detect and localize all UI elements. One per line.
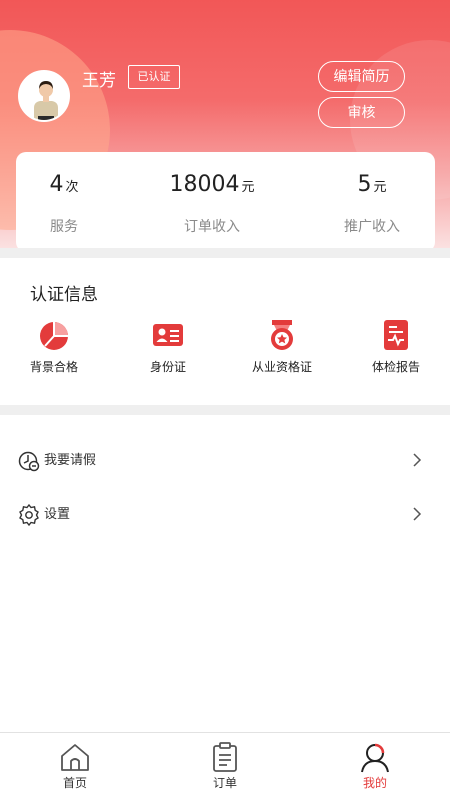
- section-title: 认证信息: [30, 285, 98, 305]
- stat-label: 订单收入: [184, 219, 240, 235]
- stat-unit: 元: [241, 180, 255, 195]
- stat-value: 4: [49, 172, 64, 197]
- bottom-tab-bar: 首页 订单 我的: [0, 732, 450, 800]
- pie-chart-icon: [40, 322, 68, 350]
- menu-label: 设置: [44, 507, 71, 522]
- health-report-icon: [384, 320, 408, 350]
- avatar[interactable]: [18, 70, 70, 122]
- cert-label: 身份证: [149, 360, 186, 374]
- user-icon: [361, 743, 389, 773]
- stat-order-income[interactable]: 18004 元 订单收入: [142, 152, 282, 252]
- tab-home[interactable]: 首页: [30, 733, 120, 800]
- stat-unit: 元: [373, 180, 387, 195]
- tab-label: 订单: [212, 776, 237, 790]
- id-card-icon: [153, 324, 183, 346]
- section-divider: [0, 248, 450, 258]
- cert-qualification[interactable]: 从业资格证: [232, 318, 332, 375]
- clipboard-icon: [213, 742, 237, 772]
- stat-label: 服务: [50, 219, 78, 235]
- menu-row-settings[interactable]: 设置: [0, 490, 450, 540]
- home-icon: [61, 744, 89, 771]
- cert-label: 从业资格证: [251, 360, 312, 374]
- tab-mine[interactable]: 我的: [330, 733, 420, 800]
- gear-icon: [19, 504, 39, 526]
- stat-unit: 次: [65, 180, 79, 195]
- leave-clock-icon: [18, 451, 40, 472]
- medal-icon: [271, 320, 293, 350]
- verified-badge: 已认证: [128, 65, 180, 89]
- stat-promotion-income[interactable]: 5元 推广收入: [302, 152, 442, 252]
- tab-label: 我的: [362, 776, 387, 790]
- tab-label: 首页: [62, 776, 87, 790]
- user-name: 王芳: [82, 71, 116, 91]
- section-divider: [0, 405, 450, 415]
- menu-row-leave[interactable]: 我要请假: [0, 436, 450, 486]
- cert-label: 体检报告: [371, 360, 420, 374]
- cert-background-check[interactable]: 背景合格: [4, 318, 104, 375]
- cert-health-report[interactable]: 体检报告: [346, 318, 446, 375]
- edit-resume-button[interactable]: 编辑简历: [318, 61, 405, 92]
- chevron-right-icon: [413, 507, 422, 521]
- menu-label: 我要请假: [44, 453, 97, 468]
- stat-value: 5: [357, 172, 372, 197]
- cert-id-card[interactable]: 身份证: [118, 318, 218, 375]
- stat-label: 推广收入: [344, 219, 400, 235]
- cert-label: 背景合格: [29, 360, 78, 374]
- stat-value: 18004: [169, 172, 240, 197]
- stat-service[interactable]: 4次 服务: [0, 152, 134, 252]
- stats-card: 4次 服务 18004 元 订单收入 5元 推广收入: [16, 152, 435, 252]
- review-button[interactable]: 审核: [318, 97, 405, 128]
- tab-orders[interactable]: 订单: [180, 733, 270, 800]
- chevron-right-icon: [413, 453, 422, 467]
